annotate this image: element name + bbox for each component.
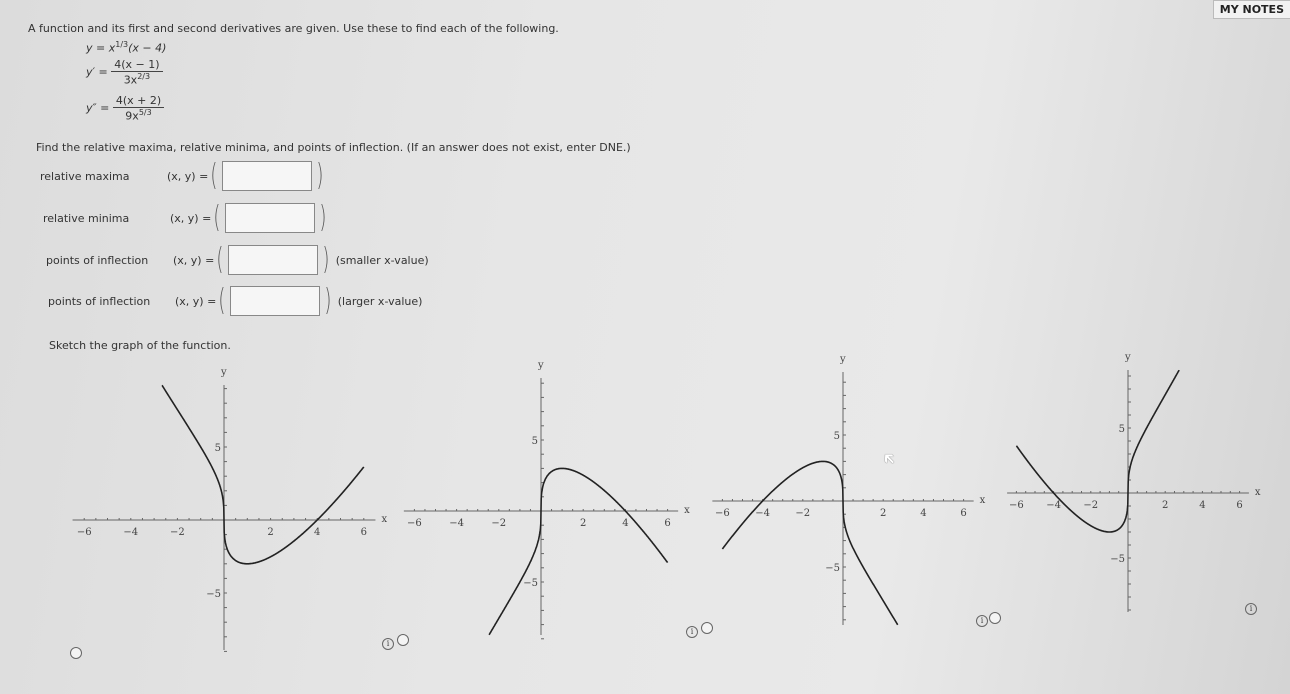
x-tick-label: −6 bbox=[715, 508, 730, 519]
function-curve bbox=[721, 460, 899, 626]
x-tick-label: 4 bbox=[622, 518, 628, 529]
graph-option-4-radio[interactable] bbox=[989, 612, 1001, 624]
y-axis-label: y bbox=[220, 367, 227, 378]
x-tick-label: 2 bbox=[267, 527, 273, 538]
x-tick-label: 4 bbox=[1199, 500, 1205, 511]
x-tick-label: 2 bbox=[880, 508, 886, 519]
y-tick-label: 5 bbox=[1119, 424, 1125, 435]
function-curve bbox=[161, 384, 365, 565]
mouse-cursor-icon: 🡴 bbox=[884, 449, 895, 468]
y-tick-label: −5 bbox=[523, 578, 538, 589]
y-tick-label: 5 bbox=[532, 436, 538, 447]
graph-option-1[interactable]: −6 −4 −2 2 4 6 5 −5 x y bbox=[72, 367, 388, 652]
y-axis-label: y bbox=[537, 360, 544, 371]
graph-option-2-radio[interactable] bbox=[397, 634, 409, 646]
y-axis-label: y bbox=[1124, 352, 1131, 363]
x-axis-label: x bbox=[980, 495, 986, 506]
y-tick-label: −5 bbox=[825, 563, 840, 574]
x-tick-label: −4 bbox=[1046, 500, 1061, 511]
x-tick-label: −4 bbox=[449, 518, 464, 529]
info-icon[interactable]: i bbox=[382, 638, 394, 650]
graph-option-1-radio[interactable] bbox=[70, 647, 82, 659]
x-tick-label: −2 bbox=[491, 518, 506, 529]
y-tick-label: 5 bbox=[834, 431, 840, 442]
x-tick-label: −2 bbox=[170, 527, 185, 538]
info-icon[interactable]: i bbox=[1245, 603, 1257, 615]
function-curve bbox=[488, 467, 669, 636]
x-tick-label: −6 bbox=[1009, 500, 1024, 511]
y-tick-label: 5 bbox=[215, 443, 221, 454]
y-tick-label: −5 bbox=[206, 589, 221, 600]
x-tick-label: 4 bbox=[314, 527, 320, 538]
x-tick-label: 4 bbox=[920, 508, 926, 519]
x-axis-label: x bbox=[381, 514, 387, 525]
x-tick-label: −4 bbox=[123, 527, 138, 538]
x-tick-label: −2 bbox=[795, 508, 810, 519]
x-tick-label: −6 bbox=[407, 518, 422, 529]
y-axis-label: y bbox=[839, 354, 846, 365]
info-icon[interactable]: i bbox=[976, 615, 988, 627]
x-tick-label: 6 bbox=[664, 518, 670, 529]
graph-option-3-radio[interactable] bbox=[701, 622, 713, 634]
graph-option-2[interactable]: −6 −4 −2 2 4 6 5 −5 x y bbox=[403, 360, 690, 640]
x-axis-label: x bbox=[1255, 487, 1261, 498]
x-tick-label: −4 bbox=[755, 508, 770, 519]
graph-option-4[interactable]: −6 −4 −2 2 4 6 5 −5 x y bbox=[1007, 352, 1261, 612]
x-tick-label: 2 bbox=[580, 518, 586, 529]
graph-option-3[interactable]: −6 −4 −2 2 4 6 5 −5 x y bbox=[712, 354, 986, 626]
x-tick-label: 2 bbox=[1162, 500, 1168, 511]
x-axis-label: x bbox=[684, 505, 690, 516]
x-tick-label: −6 bbox=[77, 527, 92, 538]
x-tick-label: −2 bbox=[1083, 500, 1098, 511]
x-tick-label: 6 bbox=[361, 527, 367, 538]
x-tick-label: 6 bbox=[1236, 500, 1242, 511]
info-icon[interactable]: i bbox=[686, 626, 698, 638]
x-tick-label: 6 bbox=[960, 508, 966, 519]
y-tick-label: −5 bbox=[1110, 554, 1125, 565]
graph-choices: −6 −4 −2 2 4 6 5 −5 x y −6 −4 −2 2 4 6 5 −5 x y −6 −4 −2 2 4 6 5 −5… bbox=[72, 352, 1261, 652]
